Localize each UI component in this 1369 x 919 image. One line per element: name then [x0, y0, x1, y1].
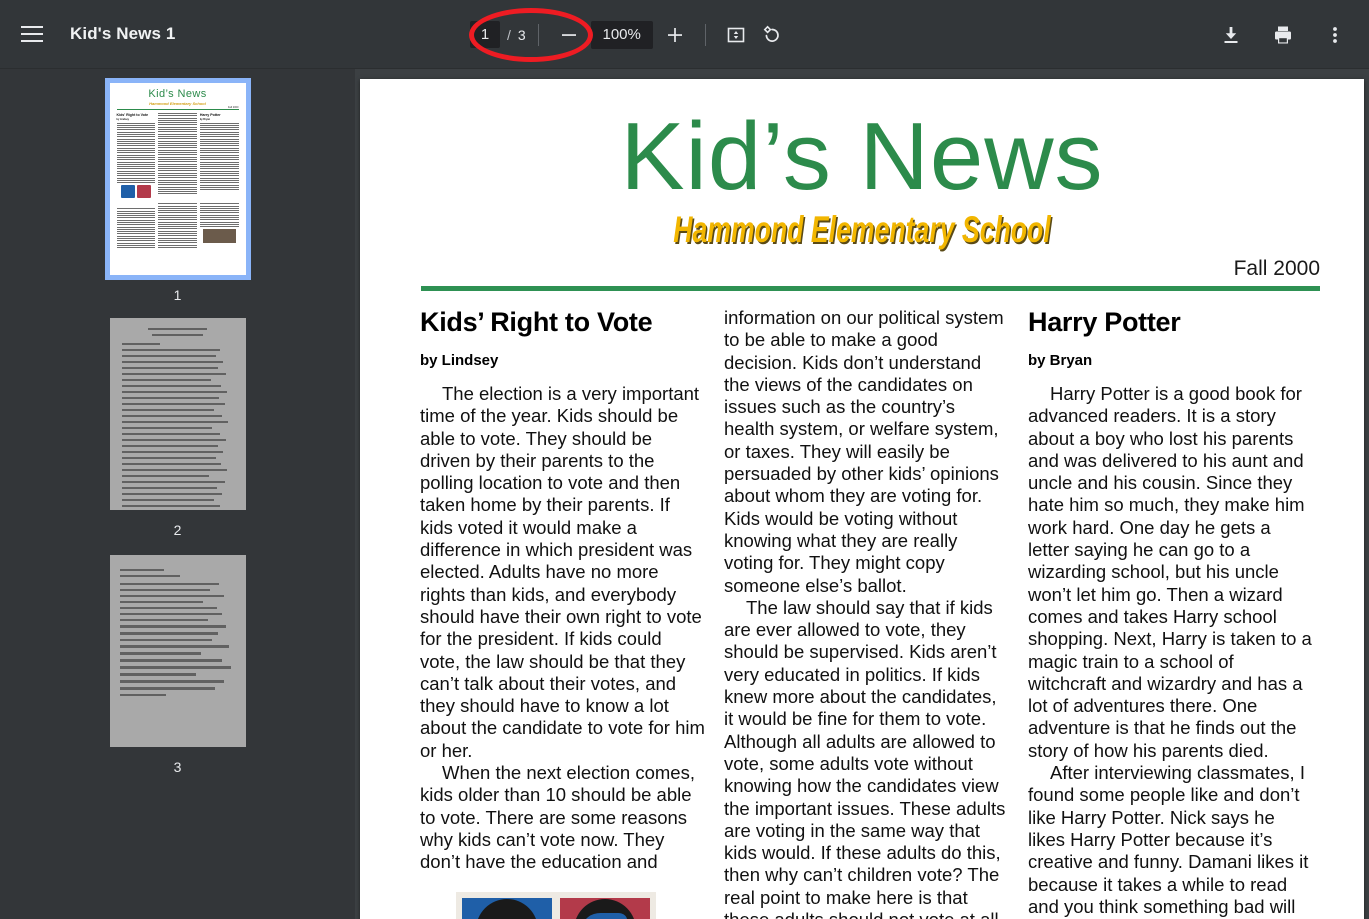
article-byline-lindsey: by Lindsey: [420, 352, 499, 369]
mini-columns: Kids’ Right to Vote by Lindsey Harry Pot…: [115, 113, 241, 200]
mini-col-right: Harry Potter by Bryan: [199, 113, 239, 200]
article-paragraph: After interviewing classmates, I found s…: [1028, 762, 1309, 919]
mini-col-mid: [158, 113, 197, 200]
thumbnail-item-1[interactable]: Kid’s News Hammond Elementary School Fal…: [0, 78, 355, 303]
issue-date: Fall 2000: [1233, 257, 1320, 280]
mini-col-left: Kids’ Right to Vote by Lindsey: [116, 113, 156, 200]
zoom-in-button[interactable]: [657, 17, 693, 53]
toolbar-divider-1: [537, 23, 539, 46]
party-logos-image: ★★★ ★: [456, 891, 656, 919]
mini-article-title-lower: [117, 203, 156, 207]
toolbar-divider-2: [704, 23, 706, 46]
column-right: Harry Potter by Bryan Harry Potter is a …: [1028, 307, 1314, 919]
column-left: Kids’ Right to Vote by Lindsey The elect…: [420, 307, 706, 919]
masthead-title: Kid’s News: [620, 103, 1104, 210]
zoom-level-display[interactable]: 100%: [590, 20, 653, 49]
pdf-toolbar: Kid's News 1 / 3 100%: [0, 0, 1369, 69]
article-paragraph: When the next election comes, kids older…: [420, 762, 695, 873]
mini-masthead-subtitle: Hammond Elementary School: [149, 101, 206, 106]
menu-bar-1: [21, 26, 43, 28]
mini-col-left-2: [116, 203, 156, 249]
article-paragraph: Harry Potter is a good book for advanced…: [1028, 383, 1312, 761]
article-title-kids-right-to-vote: Kids’ Right to Vote: [420, 307, 653, 337]
masthead-subtitle: Hammond Elementary School: [673, 209, 1051, 250]
thumbnail-item-2[interactable]: 2: [0, 318, 355, 538]
document-title: Kid's News 1: [70, 24, 176, 43]
republican-party-logo: ★★★: [462, 897, 552, 919]
download-icon[interactable]: [1213, 17, 1249, 53]
pdf-viewer[interactable]: Kid’s News Hammond Elementary School Fal…: [355, 69, 1369, 919]
article-paragraph: The law should say that if kids are ever…: [724, 596, 1006, 919]
thumbnail-sidebar[interactable]: Kid’s News Hammond Elementary School Fal…: [0, 69, 355, 919]
toolbar-right-controls: [1213, 0, 1361, 69]
zoom-out-button[interactable]: [551, 17, 587, 53]
more-vertical-icon[interactable]: [1317, 17, 1353, 53]
article-paragraph: The election is a very important time of…: [420, 383, 705, 761]
thumbnail-page-1[interactable]: Kid’s News Hammond Elementary School Fal…: [104, 78, 251, 280]
hamburger-menu-icon[interactable]: [10, 12, 54, 56]
article-columns: Kids’ Right to Vote by Lindsey The elect…: [360, 291, 1364, 919]
mini-party-logos: [120, 185, 152, 199]
mini-issue-date: Fall 2000: [227, 106, 239, 109]
pdf-page-1: Kid’s News Hammond Elementary School Fal…: [360, 79, 1364, 919]
mini-democrat-logo: [136, 185, 152, 199]
democratic-party-logo: ★: [560, 897, 650, 919]
fit-to-page-icon[interactable]: [718, 17, 754, 53]
menu-bar-2: [21, 33, 43, 35]
thumbnail-page-2-placeholder-lines: [121, 328, 234, 510]
mini-byline-right: by Bryan: [199, 118, 211, 121]
page-separator: /: [507, 26, 511, 43]
thumbnail-page-3[interactable]: [109, 555, 246, 747]
article-byline-bryan: by Bryan: [1028, 352, 1093, 369]
mini-byline-left: by Lindsey: [116, 118, 130, 121]
thumbnail-page-3-placeholder-lines: [119, 569, 236, 700]
page-navigation: / 3: [470, 21, 526, 48]
column-middle: information on our political system to b…: [724, 307, 1010, 919]
thumbnail-label-2: 2: [173, 522, 182, 538]
toolbar-center-controls: / 3 100%: [470, 0, 790, 69]
mini-columns-lower: [115, 203, 241, 249]
mini-col-mid-2: [158, 203, 197, 249]
thumbnail-page-2[interactable]: [109, 318, 246, 510]
mini-article-title-right: Harry Potter: [199, 113, 221, 117]
mini-masthead-title: Kid’s News: [148, 88, 207, 100]
mini-col-right-2: [199, 203, 239, 249]
thumbnail-item-3[interactable]: 3: [0, 555, 355, 775]
article-title-harry-potter: Harry Potter: [1028, 307, 1181, 337]
menu-bar-3: [21, 40, 43, 42]
mini-photo: [202, 229, 236, 244]
page-number-input[interactable]: [470, 21, 500, 48]
mini-republican-logo: [120, 185, 135, 199]
thumbnail-label-3: 3: [173, 759, 182, 775]
article-paragraph: information on our political system to b…: [724, 307, 1004, 596]
print-icon[interactable]: [1265, 17, 1301, 53]
rotate-counterclockwise-icon[interactable]: [754, 17, 790, 53]
mini-article-title-left: Kids’ Right to Vote: [116, 113, 149, 117]
viewer-scrollbar[interactable]: [1364, 69, 1369, 919]
mini-green-rule: [116, 109, 239, 110]
thumbnail-label-1: 1: [173, 287, 182, 303]
thumbnail-page-1-preview: Kid’s News Hammond Elementary School Fal…: [109, 83, 246, 275]
page-total-count: 3: [517, 26, 526, 43]
